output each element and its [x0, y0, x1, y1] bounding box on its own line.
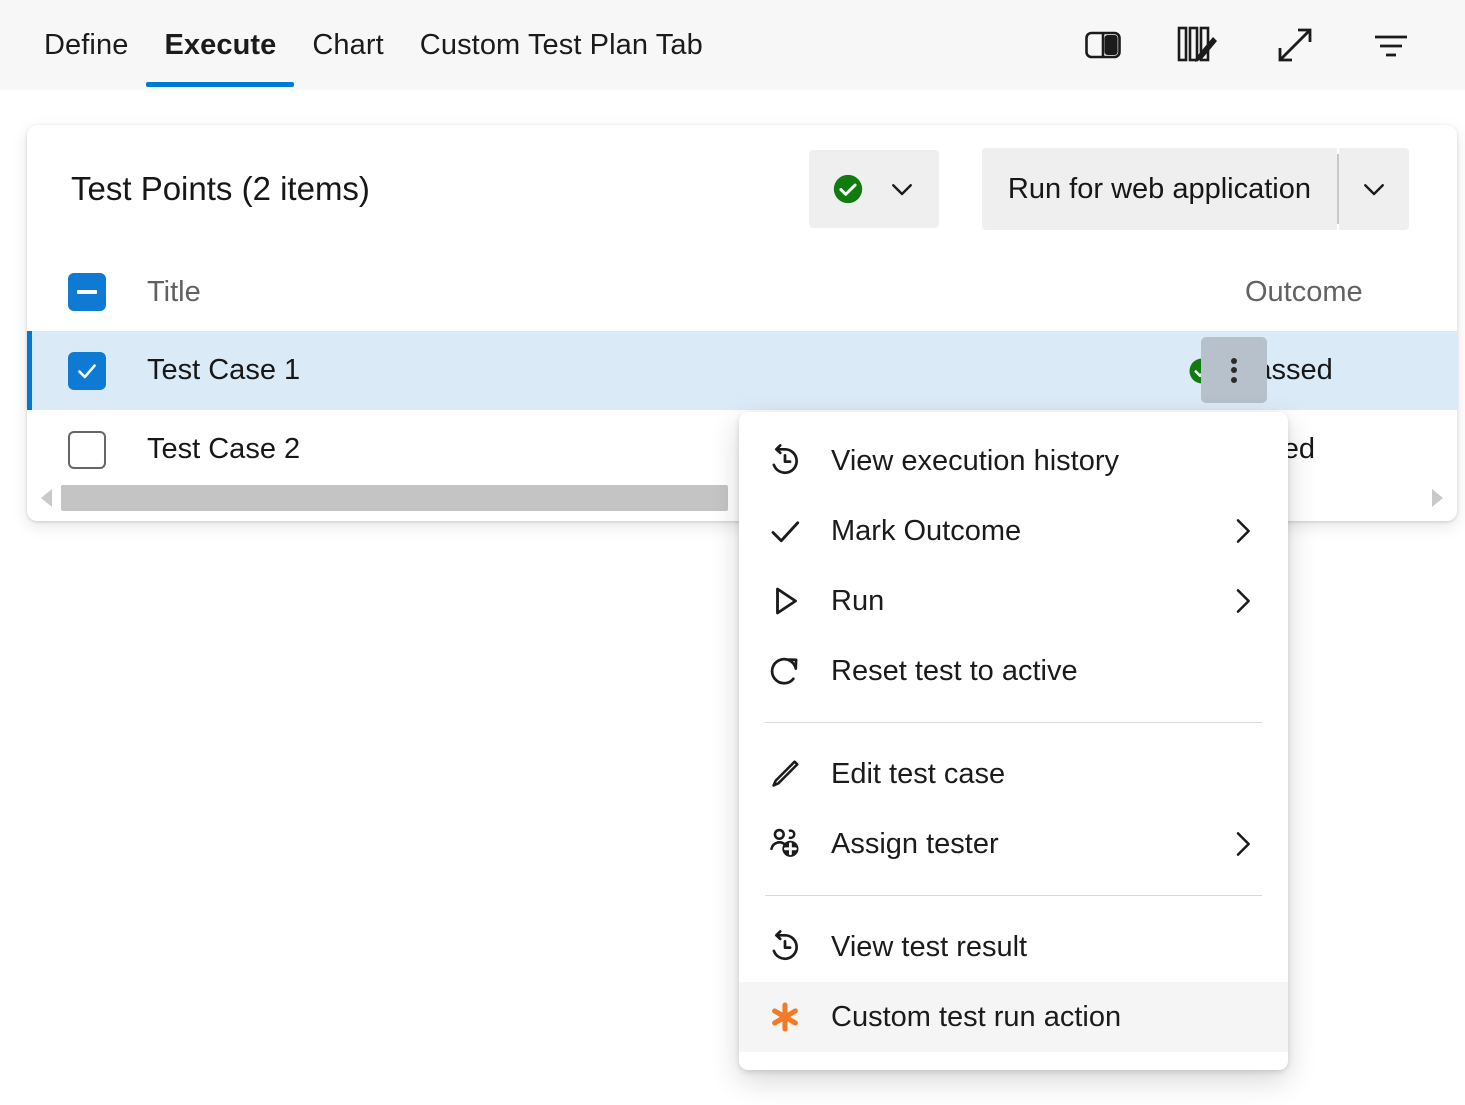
tab-label: Custom Test Plan Tab — [419, 28, 703, 61]
outcome-filter-button[interactable] — [808, 150, 939, 228]
history-icon — [739, 443, 831, 479]
tab-execute[interactable]: Execute — [146, 0, 295, 90]
menu-separator — [765, 895, 1262, 896]
select-all-checkbox[interactable] — [68, 273, 106, 311]
more-dot-icon — [1231, 367, 1237, 373]
run-for-web-application-button[interactable]: Run for web application — [981, 148, 1337, 230]
row-select-cell — [27, 351, 147, 390]
menu-item-run[interactable]: Run — [739, 566, 1288, 636]
column-options-button[interactable] — [1173, 19, 1225, 71]
asterisk-icon — [739, 999, 831, 1035]
scroll-right-button[interactable] — [1423, 487, 1451, 509]
fullscreen-expand-icon — [1278, 28, 1312, 62]
row-select-cell — [27, 430, 147, 469]
tab-label: Define — [44, 28, 129, 61]
select-all-cell — [27, 273, 147, 311]
menu-item-label: View execution history — [831, 444, 1120, 477]
column-header-outcome[interactable]: Outcome — [1187, 276, 1457, 309]
checkmark-icon — [78, 363, 96, 378]
active-tab-underline — [146, 82, 295, 87]
row-context-menu: View execution history Mark Outcome Run … — [739, 412, 1288, 1070]
tab-list: Define Execute Chart Custom Test Plan Ta… — [0, 0, 721, 90]
menu-item-label: Reset test to active — [831, 654, 1078, 687]
menu-item-label: View test result — [831, 930, 1028, 963]
column-options-icon — [1177, 26, 1217, 62]
menu-item-label: Custom test run action — [831, 1000, 1122, 1033]
menu-item-assign-tester[interactable]: Assign tester — [739, 809, 1288, 879]
filter-icon — [1375, 35, 1407, 57]
row-title: Test Case 1 — [147, 354, 301, 386]
submenu-chevron-right-icon — [1226, 828, 1258, 860]
menu-item-view-test-result[interactable]: View test result — [739, 912, 1288, 982]
filter-button[interactable] — [1365, 19, 1417, 71]
scrollbar-thumb[interactable] — [61, 485, 729, 511]
tab-define[interactable]: Define — [26, 0, 146, 90]
page-title: Test Points (2 items) — [71, 170, 370, 207]
submenu-chevron-right-icon — [1226, 515, 1258, 547]
row-more-actions-button[interactable] — [1201, 337, 1267, 403]
row-checkbox[interactable] — [68, 430, 106, 469]
test-plan-execute-page: Define Execute Chart Custom Test Plan Ta… — [0, 0, 1465, 1105]
menu-item-label: Edit test case — [831, 757, 1006, 790]
card-header-actions: Run for web application — [808, 148, 1409, 230]
more-dot-icon — [1231, 357, 1237, 364]
chevron-down-icon — [891, 184, 912, 196]
fullscreen-expand-button[interactable] — [1269, 19, 1321, 71]
menu-item-label: Run — [831, 584, 885, 617]
chevron-down-icon — [1364, 184, 1384, 196]
scroll-left-button[interactable] — [33, 487, 61, 509]
tab-custom-test-plan-tab[interactable]: Custom Test Plan Tab — [402, 0, 721, 90]
top-tab-bar: Define Execute Chart Custom Test Plan Ta… — [0, 0, 1465, 90]
row-checkbox[interactable] — [68, 351, 106, 390]
split-pane-button[interactable] — [1077, 19, 1129, 71]
run-options-button[interactable] — [1339, 148, 1409, 230]
play-icon — [739, 583, 831, 619]
run-button-label: Run for web application — [1007, 172, 1311, 205]
person-add-icon — [739, 826, 831, 862]
checkmark-icon — [739, 513, 831, 549]
indeterminate-dash-icon — [77, 290, 97, 294]
caret-left-icon — [41, 489, 52, 507]
grid-header-row: Title Outcome — [27, 253, 1457, 331]
refresh-icon — [739, 653, 831, 689]
card-header: Test Points (2 items) Run for web applic… — [27, 125, 1457, 253]
menu-item-mark-outcome[interactable]: Mark Outcome — [739, 496, 1288, 566]
pencil-icon — [739, 756, 831, 792]
tab-chart[interactable]: Chart — [294, 0, 401, 90]
submenu-chevron-right-icon — [1226, 585, 1258, 617]
menu-separator — [765, 722, 1262, 723]
run-split-button: Run for web application — [981, 148, 1409, 230]
menu-item-reset-test-to-active[interactable]: Reset test to active — [739, 636, 1288, 706]
menu-item-label: Assign tester — [831, 827, 999, 860]
menu-item-view-execution-history[interactable]: View execution history — [739, 426, 1288, 496]
tab-label: Execute — [164, 28, 277, 61]
split-pane-icon — [1085, 31, 1121, 59]
menu-item-edit-test-case[interactable]: Edit test case — [739, 739, 1288, 809]
toolbar-icons — [1077, 0, 1465, 90]
tab-label: Chart — [312, 28, 384, 61]
history-icon — [739, 929, 831, 965]
caret-right-icon — [1432, 489, 1443, 507]
more-dot-icon — [1231, 376, 1237, 383]
menu-item-label: Mark Outcome — [831, 514, 1022, 547]
table-row[interactable]: Test Case 1 Passed — [27, 331, 1457, 410]
menu-item-custom-test-run-action[interactable]: Custom test run action — [739, 982, 1288, 1052]
passed-circle-icon — [833, 174, 863, 204]
row-selection-accent — [27, 331, 32, 410]
column-header-title[interactable]: Title — [147, 276, 1187, 309]
